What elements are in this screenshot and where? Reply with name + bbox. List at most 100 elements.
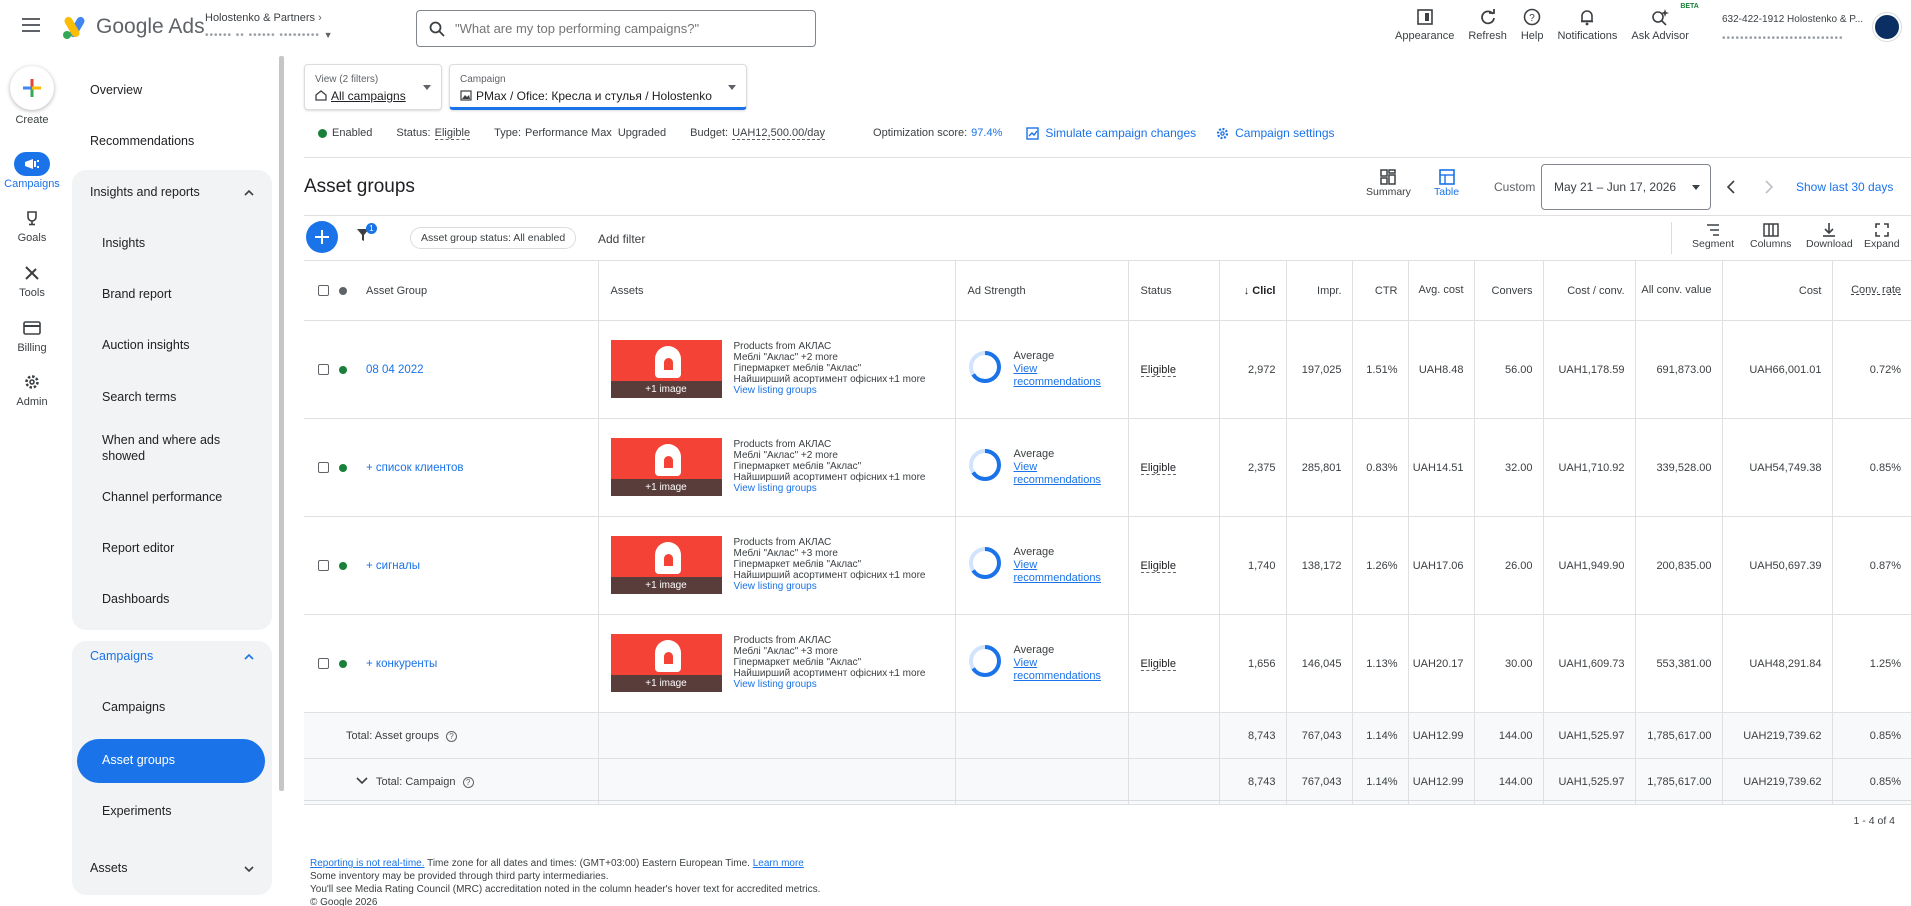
avatar[interactable] (1873, 13, 1901, 41)
asset-group-name-link[interactable]: 08 04 2022 (366, 364, 424, 376)
notifications-button[interactable]: Notifications (1557, 6, 1617, 42)
header-assets[interactable]: Assets (598, 260, 956, 321)
expand-button[interactable]: Expand (1864, 222, 1900, 250)
rail-campaigns[interactable]: Campaigns (0, 152, 64, 190)
enabled-status-dot[interactable] (339, 463, 347, 472)
menu-icon[interactable] (22, 18, 40, 34)
download-button[interactable]: Download (1806, 222, 1853, 250)
appearance-button[interactable]: Appearance (1395, 6, 1454, 42)
ask-advisor-button[interactable]: BETA Ask Advisor (1631, 3, 1698, 42)
google-ads-logo[interactable]: Google Ads (62, 14, 205, 40)
header-conv-rate[interactable]: Conv. rate (1832, 260, 1911, 321)
nav-dashboards[interactable]: Dashboards (64, 592, 272, 606)
nav-asset-groups[interactable]: Asset groups (64, 753, 272, 767)
refresh-button[interactable]: Refresh (1468, 6, 1507, 42)
nav-when-where[interactable]: When and where ads showed (64, 432, 254, 464)
chevron-left-icon[interactable] (1726, 180, 1736, 194)
nav-campaigns[interactable]: Campaigns (64, 700, 272, 714)
help-button[interactable]: ? Help (1521, 6, 1543, 42)
asset-group-name-link[interactable]: + список клиентов (366, 462, 464, 474)
summary-view-button[interactable]: Summary (1366, 168, 1411, 198)
row-status[interactable]: Eligible (1140, 363, 1176, 377)
simulate-link[interactable]: Simulate campaign changes (1026, 126, 1196, 140)
search-input[interactable] (455, 21, 795, 36)
nav-overview[interactable]: Overview (64, 83, 272, 97)
more-assets-label[interactable]: +1 more (889, 472, 926, 483)
table-row[interactable]: + список клиентов +1 image Products from А… (304, 418, 1911, 517)
row-status[interactable]: Eligible (1140, 461, 1176, 475)
rail-admin[interactable]: Admin (0, 370, 64, 408)
header-impressions[interactable]: Impr. (1286, 260, 1353, 321)
header-clicks[interactable]: ↓ Clicl (1219, 260, 1287, 321)
more-assets-label[interactable]: +1 more (889, 374, 926, 385)
nav-channel-performance[interactable]: Channel performance (64, 490, 272, 504)
reporting-link[interactable]: Reporting is not real-time. (310, 858, 425, 869)
create-button[interactable] (10, 66, 54, 110)
campaign-settings-link[interactable]: Campaign settings (1216, 126, 1335, 140)
asset-image-thumbnail[interactable]: +1 image (610, 438, 722, 496)
segment-button[interactable]: Segment (1692, 222, 1734, 250)
add-asset-group-button[interactable] (306, 221, 338, 253)
status-filter-chip[interactable]: Asset group status: All enabled (410, 227, 577, 249)
asset-group-name-link[interactable]: + конкуренты (366, 658, 437, 670)
budget-value[interactable]: UAH12,500.00/day (732, 127, 826, 140)
table-row[interactable]: + конкуренты +1 image Products from АКЛАС М… (304, 614, 1911, 713)
nav-experiments[interactable]: Experiments (64, 804, 272, 818)
nav-search-terms[interactable]: Search terms (64, 390, 272, 404)
row-status[interactable]: Eligible (1140, 559, 1176, 573)
header-cost-per-conv[interactable]: Cost / conv. (1543, 260, 1636, 321)
add-filter-button[interactable]: Add filter (598, 232, 645, 246)
rail-create[interactable]: Create (0, 114, 64, 126)
asset-image-thumbnail[interactable]: +1 image (610, 340, 722, 398)
header-ad-strength[interactable]: Ad Strength (955, 260, 1129, 321)
status-value[interactable]: Eligible (434, 127, 471, 140)
campaign-dropdown[interactable]: Campaign PMax / Ofice: Кресла и стулья /… (449, 64, 747, 110)
enabled-status-dot[interactable] (339, 659, 347, 668)
header-conversions[interactable]: Convers (1474, 260, 1544, 321)
account-selector[interactable]: Holostenko & Partners › •••••• •• ••••••… (205, 12, 334, 41)
table-row[interactable]: 08 04 2022 +1 image Products from АКЛАС Меб… (304, 320, 1911, 419)
rail-goals[interactable]: Goals (0, 206, 64, 244)
view-listing-groups-link[interactable]: View listing groups (734, 581, 906, 592)
nav-auction-insights[interactable]: Auction insights (64, 338, 272, 352)
table-row[interactable]: + сигналы +1 image Products from АКЛАС Мебл… (304, 516, 1911, 615)
asset-image-thumbnail[interactable]: +1 image (610, 634, 722, 692)
customer-info[interactable]: 632-422-1912 Holostenko & P... •••••••••… (1722, 14, 1863, 44)
header-cost[interactable]: Cost (1722, 260, 1833, 321)
chevron-down-icon[interactable] (356, 776, 368, 785)
row-status[interactable]: Eligible (1140, 657, 1176, 671)
table-view-button[interactable]: Table (1434, 168, 1459, 198)
header-avg-cost[interactable]: Avg. cost (1408, 260, 1475, 321)
view-listing-groups-link[interactable]: View listing groups (734, 385, 906, 396)
view-recommendations-link[interactable]: View recommendations (1014, 461, 1101, 487)
date-range-dropdown[interactable]: May 21 – Jun 17, 2026 (1541, 164, 1711, 210)
view-listing-groups-link[interactable]: View listing groups (734, 679, 906, 690)
nav-scrollbar[interactable] (279, 56, 284, 791)
view-recommendations-link[interactable]: View recommendations (1014, 363, 1101, 389)
enabled-status-dot[interactable] (339, 365, 347, 374)
header-all-conv-value[interactable]: All conv. value (1635, 260, 1723, 321)
nav-insights[interactable]: Insights (64, 236, 272, 250)
optimization-score[interactable]: 97.4% (971, 127, 1002, 139)
learn-more-link[interactable]: Learn more (753, 858, 804, 869)
view-listing-groups-link[interactable]: View listing groups (734, 483, 906, 494)
chevron-right-icon[interactable] (1764, 180, 1774, 194)
columns-button[interactable]: Columns (1750, 222, 1791, 250)
nav-recommendations[interactable]: Recommendations (64, 134, 272, 148)
nav-campaigns-group[interactable]: Campaigns (64, 649, 272, 663)
nav-assets[interactable]: Assets (64, 861, 272, 875)
nav-report-editor[interactable]: Report editor (64, 541, 272, 555)
nav-brand-report[interactable]: Brand report (64, 287, 272, 301)
rail-tools[interactable]: Tools (0, 261, 64, 299)
more-assets-label[interactable]: +1 more (889, 570, 926, 581)
header-asset-group[interactable]: Asset Group (360, 260, 599, 321)
header-ctr[interactable]: CTR (1352, 260, 1409, 321)
enabled-status-dot[interactable] (339, 561, 347, 570)
search-box[interactable] (416, 10, 816, 47)
help-icon[interactable]: ? (446, 730, 458, 742)
show-last-30-days-link[interactable]: Show last 30 days (1796, 180, 1893, 194)
nav-insights-group[interactable]: Insights and reports (64, 185, 272, 199)
view-recommendations-link[interactable]: View recommendations (1014, 657, 1101, 683)
view-filter-dropdown[interactable]: View (2 filters) All campaigns (304, 64, 442, 110)
asset-group-name-link[interactable]: + сигналы (366, 560, 420, 572)
